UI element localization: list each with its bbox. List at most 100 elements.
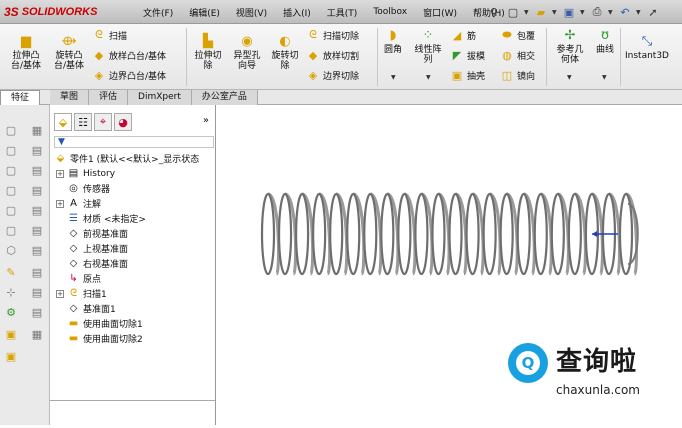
tree-item-material[interactable]: ☰ 材质 <未指定> [67, 211, 146, 226]
menu-view[interactable]: 视图(V) [228, 6, 275, 19]
print-icon[interactable]: ⎙ [589, 4, 605, 20]
chevron-down-icon[interactable]: ▼ [567, 74, 572, 81]
tree-item-right-plane[interactable]: ◇ 右视基准面 [67, 256, 128, 271]
chevron-down-icon[interactable]: ▼ [552, 9, 558, 16]
menu-edit[interactable]: 编辑(E) [181, 6, 228, 19]
tree-item-surface-cut1[interactable]: ▬ 使用曲面切除1 [67, 316, 143, 331]
layers-icon[interactable]: ▤ [30, 265, 44, 279]
menu-window[interactable]: 窗口(W) [415, 6, 465, 19]
box-icon[interactable]: ▢ [4, 163, 18, 177]
undo-icon[interactable]: ↶ [617, 4, 633, 20]
watermark-title: 查询啦 [556, 347, 638, 377]
layers-icon[interactable]: ▤ [30, 163, 44, 177]
intersect-button[interactable]: ◍ 相交 [500, 48, 535, 62]
feature-icon[interactable]: ▣ [4, 349, 18, 363]
tab-evaluate[interactable]: 评估 [89, 90, 129, 105]
layers-icon[interactable]: ▤ [30, 305, 44, 319]
feature-tree-tab-icon[interactable]: ⬙ [54, 113, 72, 131]
swept-cut-button[interactable]: ᘓ 扫描切除 [306, 28, 359, 42]
curves-button[interactable]: ʊ 曲线 [590, 28, 620, 55]
menu-toolbox[interactable]: Toolbox [365, 7, 415, 17]
loft-boss-button[interactable]: ◆ 放样凸台/基体 [92, 48, 166, 62]
tree-item-history[interactable]: + ▤ History [56, 166, 115, 181]
rib-button[interactable]: ◢ 筋 [450, 28, 476, 42]
relation-icon[interactable]: ⚙ [4, 305, 18, 319]
save-icon[interactable]: ▣ [561, 4, 577, 20]
pin-icon[interactable]: ⚲ [486, 4, 502, 20]
box-icon[interactable]: ⬡ [4, 243, 18, 257]
tree-root[interactable]: ⬙ 零件1 (默认<<默认>_显示状态 [54, 151, 200, 166]
select-cursor-icon[interactable]: ➚ [645, 4, 661, 20]
tree-item-annotations[interactable]: + A 注解 [56, 196, 101, 211]
box-icon[interactable]: ▢ [4, 183, 18, 197]
lofted-cut-label: 放样切割 [323, 51, 360, 62]
extrude-cut-button[interactable]: ▙ 拉伸切 除 [190, 34, 226, 71]
mirror-button[interactable]: ◫ 镜向 [500, 68, 535, 82]
box-icon[interactable]: ▢ [4, 123, 18, 137]
expand-icon[interactable]: + [56, 289, 64, 298]
filter-bar[interactable]: ▼ [54, 136, 214, 148]
reference-geometry-button[interactable]: ✢ 参考几 何体 [550, 28, 590, 65]
chevron-down-icon[interactable]: ▼ [391, 74, 396, 81]
layers-icon[interactable]: ▤ [30, 143, 44, 157]
open-folder-icon[interactable]: ▰ [533, 4, 549, 20]
chevron-down-icon[interactable]: ▼ [580, 9, 586, 16]
new-document-icon[interactable]: ▢ [505, 4, 521, 20]
property-manager-tab-icon[interactable]: ☷ [74, 113, 92, 131]
expand-icon[interactable]: + [56, 169, 64, 178]
chevron-down-icon[interactable]: ▼ [524, 9, 530, 16]
spring-coil [380, 192, 395, 276]
grid-icon[interactable]: ▦ [30, 327, 44, 341]
tab-features[interactable]: 特征 [0, 90, 41, 105]
menu-insert[interactable]: 插入(I) [275, 6, 319, 19]
tree-item-origin[interactable]: ↳ 原点 [67, 271, 101, 286]
layers-icon[interactable]: ▤ [30, 223, 44, 237]
tree-item-top-plane[interactable]: ◇ 上视基准面 [67, 241, 128, 256]
extrude-boss-button[interactable]: ▆ 拉伸凸 台/基体 [8, 34, 44, 71]
tree-item-plane1[interactable]: ◇ 基准面1 [67, 301, 116, 316]
boundary-boss-button[interactable]: ◈ 边界凸台/基体 [92, 68, 166, 82]
instant3d-button[interactable]: ⤡ Instant3D [622, 34, 672, 61]
box-icon[interactable]: ▢ [4, 143, 18, 157]
tab-dimxpert[interactable]: DimXpert [128, 90, 192, 105]
box-icon[interactable]: ▢ [4, 223, 18, 237]
linear-pattern-button[interactable]: ⁘ 线性阵 列 [408, 28, 448, 65]
tree-item-sensors[interactable]: ◎ 传感器 [67, 181, 110, 196]
configuration-tab-icon[interactable]: ⌖ [94, 113, 112, 131]
chevron-down-icon[interactable]: ▼ [426, 74, 431, 81]
lofted-cut-button[interactable]: ◆ 放样切割 [306, 48, 359, 62]
draft-button[interactable]: ◤ 拔模 [450, 48, 485, 62]
revolve-boss-button[interactable]: ⟴ 旋转凸 台/基体 [50, 34, 88, 71]
tree-item-sweep1[interactable]: + ᘓ 扫描1 [56, 286, 107, 301]
dimension-icon[interactable]: ⊹ [4, 285, 18, 299]
expand-panel-icon[interactable]: » [203, 115, 209, 126]
menu-tools[interactable]: 工具(T) [319, 6, 366, 19]
sweep-button[interactable]: ᘓ 扫描 [92, 28, 127, 42]
tab-sketch[interactable]: 草图 [50, 90, 90, 105]
layers-icon[interactable]: ▤ [30, 285, 44, 299]
wrap-button[interactable]: ⬬ 包覆 [500, 28, 535, 42]
tree-item-surface-cut2[interactable]: ▬ 使用曲面切除2 [67, 331, 143, 346]
chevron-down-icon[interactable]: ▼ [608, 9, 614, 16]
hole-wizard-button[interactable]: ◉ 异型孔 向导 [228, 34, 266, 71]
layers-icon[interactable]: ▤ [30, 203, 44, 217]
chevron-down-icon[interactable]: ▼ [636, 9, 642, 16]
fillet-button[interactable]: ◗ 圆角 [380, 28, 406, 55]
layers-icon[interactable]: ▤ [30, 243, 44, 257]
chevron-down-icon[interactable]: ▼ [602, 74, 607, 81]
tree-item-front-plane[interactable]: ◇ 前视基准面 [67, 226, 128, 241]
sketch-icon[interactable]: ✎ [4, 265, 18, 279]
revolve-cut-button[interactable]: ◐ 旋转切 除 [266, 34, 304, 71]
box-icon[interactable]: ▢ [4, 203, 18, 217]
grid-icon[interactable]: ▦ [30, 123, 44, 137]
boundary-cut-button[interactable]: ◈ 边界切除 [306, 68, 359, 82]
shell-button[interactable]: ▣ 抽壳 [450, 68, 485, 82]
menu-file[interactable]: 文件(F) [135, 6, 181, 19]
expand-icon[interactable]: + [56, 199, 64, 208]
feature-icon[interactable]: ▣ [4, 327, 18, 341]
layers-icon[interactable]: ▤ [30, 183, 44, 197]
display-manager-tab-icon[interactable]: ◕ [114, 113, 132, 131]
tab-office-products[interactable]: 办公室产品 [191, 90, 258, 105]
filter-icon[interactable]: ▼ [55, 137, 65, 147]
search-logo-icon: Q [508, 343, 548, 383]
